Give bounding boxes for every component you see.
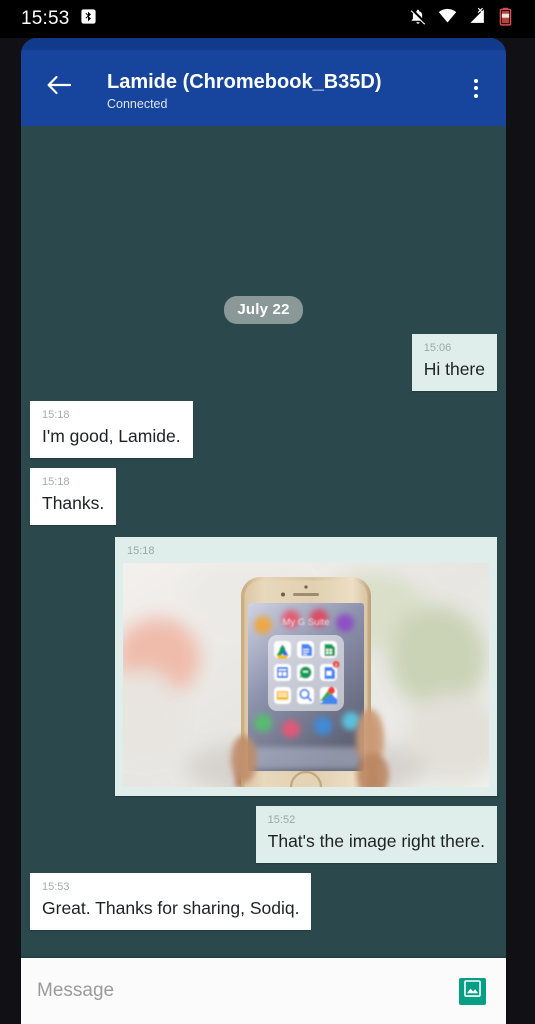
wifi-icon <box>438 7 457 31</box>
message-text: Hi there <box>423 359 485 379</box>
svg-text:My G Suite: My G Suite <box>283 617 330 628</box>
photo-iphone-g-suite: My G Suite 2 <box>123 563 489 787</box>
battery-icon <box>498 7 513 31</box>
message-composer <box>21 958 506 1024</box>
message-bubble-incoming[interactable]: 15:18 I'm good, Lamide. <box>30 401 193 458</box>
message-timestamp: 15:53 <box>42 881 70 893</box>
app-toolbar: Lamide (Chromebook_B35D) Connected <box>21 38 506 126</box>
date-divider: July 22 <box>30 296 497 324</box>
attach-image-button[interactable] <box>459 977 486 1005</box>
message-row[interactable]: 15:18 I'm good, Lamide. <box>30 401 497 458</box>
message-row[interactable]: 15:18 Thanks. <box>30 468 497 525</box>
message-row[interactable]: 15:18 My G Suite 2 <box>30 537 497 796</box>
overflow-menu-icon <box>474 86 478 90</box>
messaging-app-window: Lamide (Chromebook_B35D) Connected July … <box>21 38 506 1024</box>
page-title: Lamide (Chromebook_B35D) <box>107 71 382 93</box>
message-timestamp: 15:06 <box>423 342 452 354</box>
message-row[interactable]: 15:52 That's the image right there. <box>30 806 497 863</box>
message-bubble-outgoing[interactable]: 15:52 That's the image right there. <box>255 806 497 863</box>
message-timestamp: 15:18 <box>42 476 70 488</box>
conversation-title-block[interactable]: Lamide (Chromebook_B35D) Connected <box>107 70 450 113</box>
message-input[interactable] <box>37 980 459 1002</box>
status-bar-right <box>409 7 513 31</box>
cellular-no-service-icon <box>468 7 487 31</box>
back-arrow-icon <box>46 74 72 101</box>
overflow-menu-button[interactable] <box>458 70 494 106</box>
overflow-menu-icon <box>474 78 478 83</box>
message-row[interactable]: 15:53 Great. Thanks for sharing, Sodiq. <box>30 873 497 930</box>
message-text: That's the image right there. <box>267 831 485 851</box>
bluetooth-icon <box>80 8 97 30</box>
overflow-menu-icon <box>474 93 478 98</box>
message-bubble-outgoing[interactable]: 15:06 Hi there <box>411 334 497 391</box>
message-image-attachment[interactable]: My G Suite 2 <box>123 563 489 787</box>
date-divider-label: July 22 <box>224 296 303 324</box>
message-list[interactable]: July 22 15:06 Hi there 15:18 I'm good, L… <box>21 126 506 958</box>
phone-device-frame: 15:53 Lamide (Chromebook_B35D) Connected… <box>0 0 535 1024</box>
status-bar-left: 15:53 <box>21 8 97 30</box>
message-timestamp: 15:18 <box>42 409 70 421</box>
message-timestamp: 15:18 <box>127 545 155 557</box>
notifications-off-icon <box>409 8 427 31</box>
message-bubble-image-outgoing[interactable]: 15:18 My G Suite 2 <box>115 537 497 796</box>
status-bar-clock: 15:53 <box>21 8 70 29</box>
svg-text:2: 2 <box>335 663 338 668</box>
message-bubble-incoming[interactable]: 15:53 Great. Thanks for sharing, Sodiq. <box>30 873 312 930</box>
message-timestamp: 15:52 <box>267 814 296 826</box>
status-bar: 15:53 <box>0 0 535 38</box>
back-button[interactable] <box>37 70 81 104</box>
message-bubble-incoming[interactable]: 15:18 Thanks. <box>30 468 117 525</box>
message-text: I'm good, Lamide. <box>42 426 181 446</box>
message-text: Great. Thanks for sharing, Sodiq. <box>42 898 300 918</box>
message-row[interactable]: 15:06 Hi there <box>30 334 497 391</box>
message-text: Thanks. <box>42 493 105 513</box>
connection-status: Connected <box>107 97 168 111</box>
image-attachment-icon <box>463 979 482 1003</box>
